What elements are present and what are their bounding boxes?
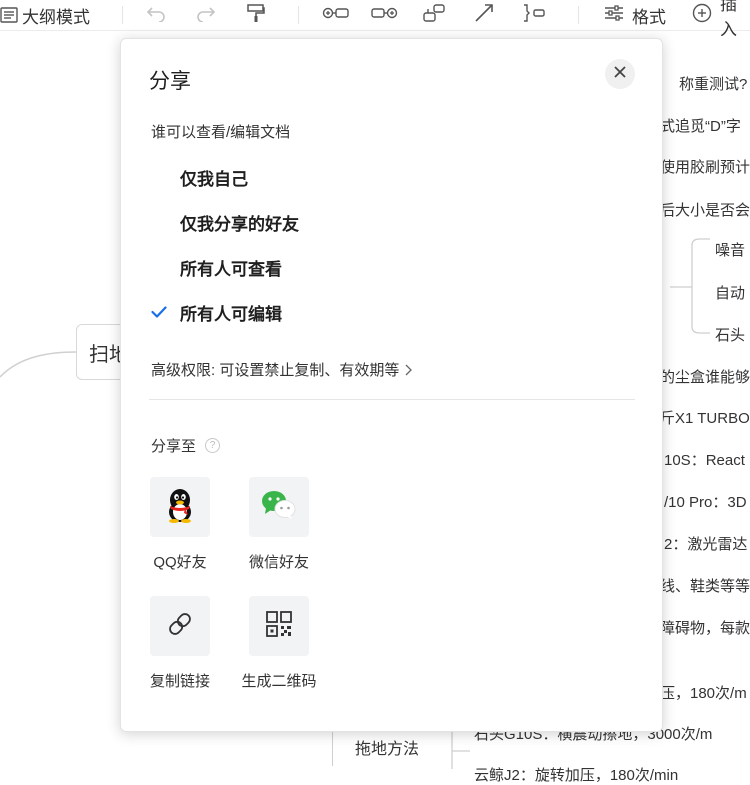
mindmap-topic[interactable]: 10S：React xyxy=(664,449,745,470)
permission-option-label: 仅我自己 xyxy=(180,169,248,189)
format-label: 格式 xyxy=(632,7,666,27)
wechat-icon xyxy=(261,489,297,526)
outline-icon xyxy=(0,6,18,24)
mindmap-topic[interactable]: 石头 xyxy=(715,324,745,345)
share-tile xyxy=(249,596,309,656)
toolbar-divider xyxy=(298,6,299,24)
close-icon xyxy=(614,65,626,83)
plus-circle-icon xyxy=(692,3,712,28)
insert-child-button[interactable] xyxy=(370,0,398,30)
mindmap-topic[interactable]: 噪音 xyxy=(715,239,745,260)
redo-button[interactable] xyxy=(196,0,216,30)
chevron-right-icon xyxy=(405,364,413,376)
share-tile xyxy=(150,477,210,537)
qq-penguin-icon xyxy=(165,487,195,528)
mindmap-topic[interactable]: 2：激光雷达 xyxy=(664,533,747,554)
advanced-permissions-label: 高级权限: 可设置禁止复制、有效期等 xyxy=(151,362,400,379)
sibling-topic-icon xyxy=(322,5,350,26)
undo-button[interactable] xyxy=(146,0,166,30)
mindmap-topic[interactable]: 压，180次/m xyxy=(660,682,747,703)
close-button[interactable] xyxy=(605,59,635,89)
mindmap-topic[interactable]: 的尘盒谁能够 xyxy=(660,366,750,387)
undo-icon xyxy=(146,4,166,27)
share-target-label: 复制链接 xyxy=(149,673,210,690)
outline-mode-label: 大纲模式 xyxy=(22,7,90,27)
mindmap-topic[interactable]: 称重测试? xyxy=(679,73,747,94)
qr-code-icon xyxy=(265,610,293,643)
child-topic-icon xyxy=(370,5,398,26)
insert-button[interactable]: 插入 xyxy=(692,0,750,39)
insert-sibling-button[interactable] xyxy=(322,0,350,30)
permission-option-only-me[interactable]: 仅我自己 xyxy=(151,161,631,193)
dialog-title: 分享 xyxy=(149,70,191,93)
mindmap-topic[interactable]: 后大小是否会 xyxy=(660,199,750,220)
permission-option-anyone-edit[interactable]: 所有人可编辑 xyxy=(151,296,631,328)
generate-qrcode-button[interactable]: 生成二维码 xyxy=(234,596,324,691)
mop-node-label: 拖地方法 xyxy=(355,741,420,758)
mindmap-topic[interactable]: 线、鞋类等等 xyxy=(660,575,750,596)
mindmap-topic[interactable]: 使用胶刷预计 xyxy=(660,156,750,177)
toolbar: 大纲模式 格式 插入 xyxy=(0,0,750,39)
share-target-label: QQ好友 xyxy=(153,554,207,571)
format-button[interactable]: 格式 xyxy=(604,0,666,30)
share-target-label: 微信好友 xyxy=(248,554,309,571)
share-to-label: 分享至 xyxy=(151,438,197,455)
redo-icon xyxy=(196,4,216,27)
share-qq-button[interactable]: QQ好友 xyxy=(135,477,225,572)
sliders-icon xyxy=(604,4,624,27)
mindmap-topic[interactable]: 式追觅“D”字 xyxy=(660,115,741,136)
advanced-permissions-link[interactable]: 高级权限: 可设置禁止复制、有效期等 xyxy=(151,359,413,380)
summary-bracket-icon xyxy=(522,3,546,27)
mindmap-topic[interactable]: 障碍物，每款 xyxy=(660,617,750,638)
share-target-label: 生成二维码 xyxy=(241,673,317,690)
share-dialog: 分享 谁可以查看/编辑文档 仅我自己 仅我分享的好友 所有人可查看 所有人可编辑… xyxy=(120,38,663,732)
link-icon xyxy=(165,609,195,644)
permission-option-anyone-view[interactable]: 所有人可查看 xyxy=(151,251,631,283)
format-painter-button[interactable] xyxy=(246,0,266,30)
permission-heading: 谁可以查看/编辑文档 xyxy=(151,124,291,141)
mindmap-topic[interactable]: /10 Pro：3D xyxy=(664,491,747,512)
permission-option-shared-friends[interactable]: 仅我分享的好友 xyxy=(151,206,631,238)
permission-option-label: 所有人可编辑 xyxy=(180,304,282,324)
arrow-diagonal-icon xyxy=(474,3,494,28)
divider xyxy=(149,399,635,400)
outline-mode-button[interactable]: 大纲模式 xyxy=(0,0,90,30)
permission-option-label: 仅我分享的好友 xyxy=(180,214,299,234)
insert-parent-button[interactable] xyxy=(422,0,446,30)
share-tile xyxy=(150,596,210,656)
toolbar-divider xyxy=(578,6,579,24)
summary-button[interactable] xyxy=(522,0,546,30)
mindmap-topic[interactable]: 斤X1 TURBO xyxy=(660,407,750,428)
mindmap-node-mop[interactable]: 拖地方法 xyxy=(332,728,452,766)
relation-line-button[interactable] xyxy=(474,0,494,30)
toolbar-divider xyxy=(122,6,123,24)
share-tile xyxy=(249,477,309,537)
copy-link-button[interactable]: 复制链接 xyxy=(135,596,225,691)
permission-option-label: 所有人可查看 xyxy=(180,259,282,279)
format-painter-icon xyxy=(246,3,266,28)
share-wechat-button[interactable]: 微信好友 xyxy=(234,477,324,572)
parent-topic-icon xyxy=(422,3,446,28)
help-icon[interactable]: ? xyxy=(205,438,221,453)
checkmark-icon xyxy=(151,302,180,322)
share-to-heading: 分享至 ? xyxy=(151,435,221,456)
mindmap-topic[interactable]: 自动 xyxy=(715,282,745,303)
